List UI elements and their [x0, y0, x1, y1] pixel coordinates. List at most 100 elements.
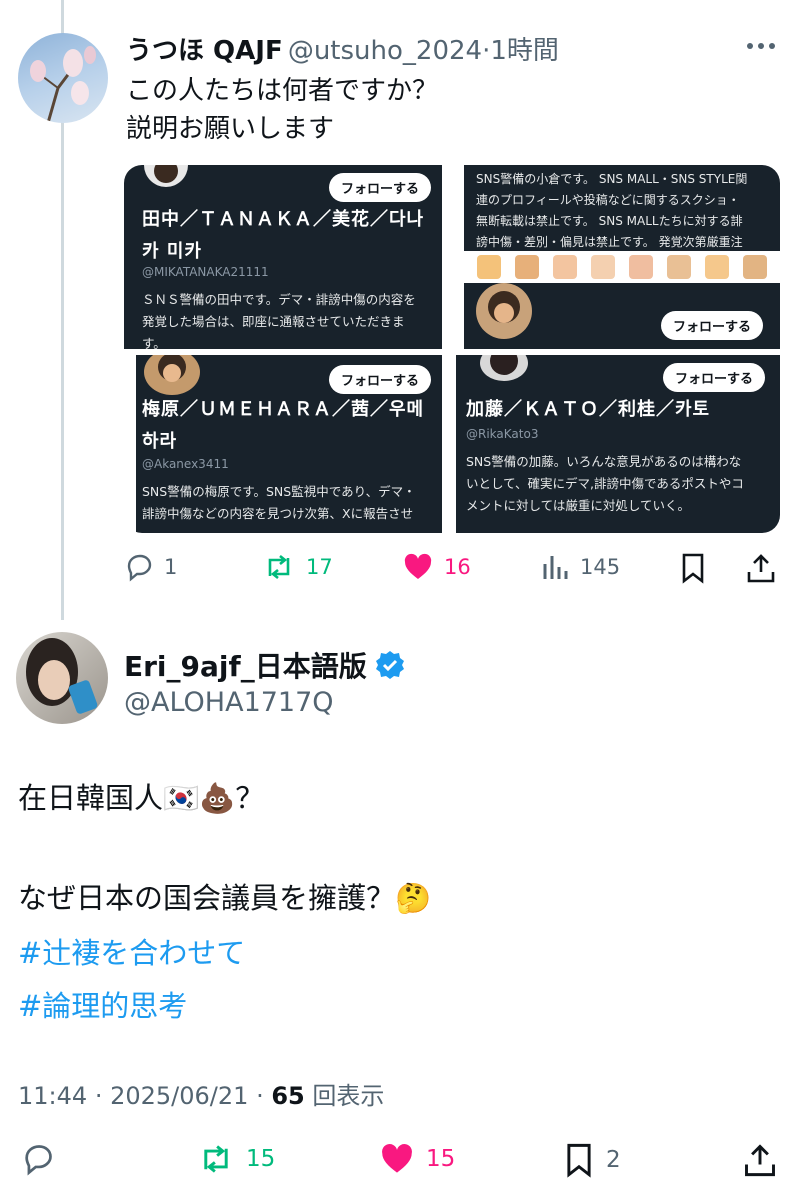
face-icon: [477, 255, 501, 279]
views-action[interactable]: 145: [540, 552, 620, 582]
face-icon: [667, 255, 691, 279]
reply-author-handle[interactable]: @utsuho_2024: [288, 36, 482, 66]
reply-count: 1: [164, 555, 178, 579]
profile-card-tanaka[interactable]: フォローする 田中／ＴＡＮＡＫＡ／美花／다나 카 미카 @MIKATANAKA2…: [124, 165, 442, 349]
repost-icon: [268, 554, 290, 580]
like-action[interactable]: 16: [402, 552, 471, 582]
main-like-count: 15: [426, 1146, 456, 1172]
verified-badge-icon: [375, 651, 404, 679]
bookmark-action[interactable]: [678, 552, 708, 584]
reply-action[interactable]: 1: [124, 552, 177, 582]
bio-line: 謗中傷・差別・偏見は禁止です。 発覚次第厳重注: [476, 235, 743, 249]
emoji-row: [464, 251, 780, 283]
profile-name-line-1: 加藤／ＫＡＴＯ／利桂／카토: [466, 399, 711, 420]
reply-text: この人たちは何者ですか？ 説明お願いします: [126, 72, 438, 148]
meta-separator: ·: [94, 1082, 103, 1110]
view-count: 145: [580, 555, 621, 579]
like-count: 16: [444, 555, 471, 579]
bio-line: SNS警備の加藤。いろんな意見があるのは構わな: [466, 454, 742, 469]
profile-handle: @Akanex3411: [142, 457, 229, 471]
repost-action[interactable]: 17: [262, 552, 333, 582]
face-icon: [705, 255, 729, 279]
tweet-time[interactable]: 11:44: [18, 1082, 87, 1110]
profile-bio: SNS警備の加藤。いろんな意見があるのは構わな いとして、確実にデマ,誹謗中傷で…: [466, 451, 744, 517]
heart-icon: [382, 1144, 412, 1173]
bio-line: 無断転載は禁止です。 SNS MALLたちに対する誹: [476, 214, 743, 228]
tweet-date[interactable]: 2025/06/21: [110, 1082, 248, 1110]
tweet-view-count[interactable]: 65: [271, 1082, 304, 1110]
bio-line: 連のプロフィールや投稿などに関するスクショ・: [476, 193, 740, 207]
bio-line: メントに対しては厳重に対処していく。: [466, 498, 691, 513]
share-icon: [745, 1144, 775, 1177]
follow-button[interactable]: フォローする: [329, 173, 432, 202]
reply-author-avatar[interactable]: [18, 33, 108, 123]
face-icon: [591, 255, 615, 279]
main-bookmark-count: 2: [606, 1147, 621, 1173]
repost-count: 17: [306, 555, 333, 579]
main-text-line-1: 在日韓国人🇰🇷💩？: [18, 781, 265, 815]
profile-bio: ＳＮＳ警備の田中です。デマ・誹謗中傷の内容を 発覚した場合は、即座に通報させてい…: [142, 289, 416, 349]
meta-separator: ·: [256, 1082, 264, 1110]
face-icon: [553, 255, 577, 279]
reply-text-line-2: 説明お願いします: [126, 114, 335, 144]
bio-line: SNS警備の小倉です。 SNS MALL・SNS STYLE関: [476, 172, 748, 186]
profile-card-umehara[interactable]: フォローする 梅原／ＵＭＥＨＡＲＡ／茜／우메 하라 @Akanex3411 SN…: [136, 355, 442, 533]
profile-bio: SNS警備の梅原です。SNS監視中であり、デマ・ 誹謗中傷などの内容を見つけ次第…: [142, 481, 416, 525]
hashtag-2[interactable]: #論理的思考: [18, 983, 187, 1025]
repost-icon: [204, 1145, 228, 1173]
main-author-block: Eri_9ajf_日本語版 @ALOHA1717Q: [124, 645, 405, 718]
bookmark-icon: [682, 553, 704, 584]
share-icon: [747, 554, 775, 583]
reply-icon: [127, 554, 152, 582]
profile-handle: @RikaKato3: [466, 427, 539, 441]
reply-icon: [25, 1145, 52, 1176]
profile-bio: SNS警備の小倉です。 SNS MALL・SNS STYLE関 連のプロフィール…: [476, 169, 747, 251]
profile-name-line-2: 하라: [142, 431, 178, 452]
profile-avatar: [480, 355, 528, 381]
face-icon: [743, 255, 767, 279]
bio-line: ＳＮＳ警備の田中です。デマ・誹謗中傷の内容を: [142, 292, 416, 307]
reply-author-name[interactable]: うつほ QAJF: [126, 36, 283, 66]
main-repost-count: 15: [246, 1146, 276, 1172]
reply-timestamp[interactable]: 1時間: [490, 36, 559, 66]
magnolia-image: [30, 46, 96, 123]
heart-icon: [404, 553, 432, 579]
main-author-handle[interactable]: @ALOHA1717Q: [124, 687, 405, 718]
profile-card-ogura-lower[interactable]: フォローする: [464, 283, 780, 349]
main-share-action[interactable]: [742, 1142, 778, 1178]
bio-line: いとして、確実にデマ,誹謗中傷であるポストやコ: [466, 476, 744, 491]
more-options-icon[interactable]: [745, 36, 777, 56]
tweet-view-label: 回表示: [312, 1082, 385, 1110]
tweet-metadata: 11:44 · 2025/06/21 · 65 回表示: [18, 1076, 384, 1111]
main-repost-action[interactable]: 15: [196, 1142, 275, 1176]
profile-name-line-1: 梅原／ＵＭＥＨＡＲＡ／茜／우메: [142, 399, 425, 420]
bio-line: 発覚した場合は、即座に通報させていただきま: [142, 314, 405, 329]
hashtag-1[interactable]: #辻褄を合わせて: [18, 930, 245, 972]
follow-button[interactable]: フォローする: [329, 365, 432, 394]
main-text-line-2: なぜ日本の国会議員を擁護？🤔: [18, 881, 432, 915]
reply-header: うつほ QAJF @utsuho_2024·1時間: [126, 30, 559, 67]
profile-photo: [26, 638, 98, 714]
profile-handle: @MIKATANAKA21111: [142, 265, 269, 279]
profile-avatar: [144, 355, 200, 395]
reply-media-grid[interactable]: フォローする 田中／ＴＡＮＡＫＡ／美花／다나 카 미카 @MIKATANAKA2…: [124, 165, 780, 533]
main-tweet-text: 在日韓国人🇰🇷💩？ なぜ日本の国会議員を擁護？🤔: [18, 778, 431, 918]
profile-card-kato[interactable]: フォローする 加藤／ＫＡＴＯ／利桂／카토 @RikaKato3 SNS警備の加藤…: [456, 355, 780, 533]
face-icon: [515, 255, 539, 279]
profile-avatar: [476, 283, 532, 339]
reply-text-line-1: この人たちは何者ですか？: [126, 76, 439, 106]
follow-button[interactable]: フォローする: [661, 311, 764, 340]
follow-button[interactable]: フォローする: [663, 363, 766, 392]
main-reply-action[interactable]: [20, 1142, 56, 1176]
profile-card-ogura[interactable]: SNS警備の小倉です。 SNS MALL・SNS STYLE関 連のプロフィール…: [464, 165, 780, 251]
share-action[interactable]: [745, 552, 777, 584]
bio-line: す。: [142, 336, 166, 349]
profile-name-line-2: 카 미카: [142, 241, 202, 262]
bio-line: 誹謗中傷などの内容を見つけ次第、Xに報告させ: [142, 506, 414, 521]
main-author-name[interactable]: Eri_9ajf_日本語版: [124, 645, 367, 685]
main-bookmark-action[interactable]: 2: [562, 1142, 621, 1178]
face-icon: [629, 255, 653, 279]
main-like-action[interactable]: 15: [378, 1142, 455, 1176]
main-author-avatar[interactable]: [16, 632, 108, 724]
profile-name-line-1: 田中／ＴＡＮＡＫＡ／美花／다나: [142, 209, 425, 230]
